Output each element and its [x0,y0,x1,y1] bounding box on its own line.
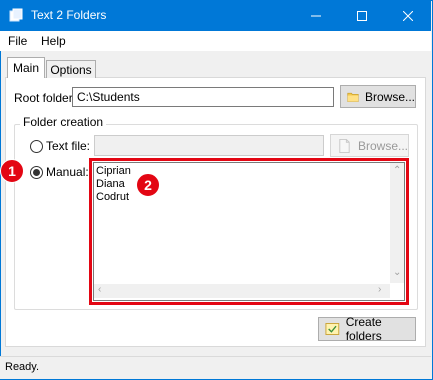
folder-creation-group-label: Folder creation [20,115,107,129]
folder-icon [347,92,359,102]
window-title: Text 2 Folders [31,8,107,22]
browse-root-label: Browse... [364,89,415,104]
close-icon [403,10,413,21]
menu-file[interactable]: File [8,34,27,48]
annotation-badge-1: 1 [0,159,24,183]
browse-text-file-label: Browse... [357,138,408,153]
manual-radio-selected-dot [33,169,40,176]
maximize-icon [357,10,367,21]
maximize-button[interactable] [339,0,385,31]
app-icon [9,8,23,22]
menu-help[interactable]: Help [41,34,66,48]
tab-main[interactable]: Main [7,57,45,78]
create-folders-label: Create folders [345,315,382,343]
menu-bar: File Help [0,31,431,51]
document-icon [339,138,350,153]
text-file-radio[interactable] [30,140,43,153]
create-folders-icon [325,323,340,335]
minimize-icon [311,15,321,16]
text-file-input[interactable] [94,135,324,156]
create-folders-button[interactable]: Create folders [318,315,416,343]
browse-text-file-button[interactable]: Browse... [330,134,409,157]
close-button[interactable] [385,0,431,31]
title-bar[interactable]: Text 2 Folders [0,0,431,31]
minimize-button[interactable] [293,0,339,31]
root-folder-label: Root folder: [14,91,77,105]
root-folder-input[interactable]: C:\Students [72,87,334,107]
status-bar [0,356,431,379]
text-file-radio-label[interactable]: Text file: [46,139,90,153]
tab-options[interactable]: Options [46,60,96,78]
annotation-badge-2: 2 [136,173,160,197]
browse-root-button[interactable]: Browse... [340,85,416,108]
manual-radio-label[interactable]: Manual: [46,165,89,179]
status-text: Ready. [5,361,40,373]
